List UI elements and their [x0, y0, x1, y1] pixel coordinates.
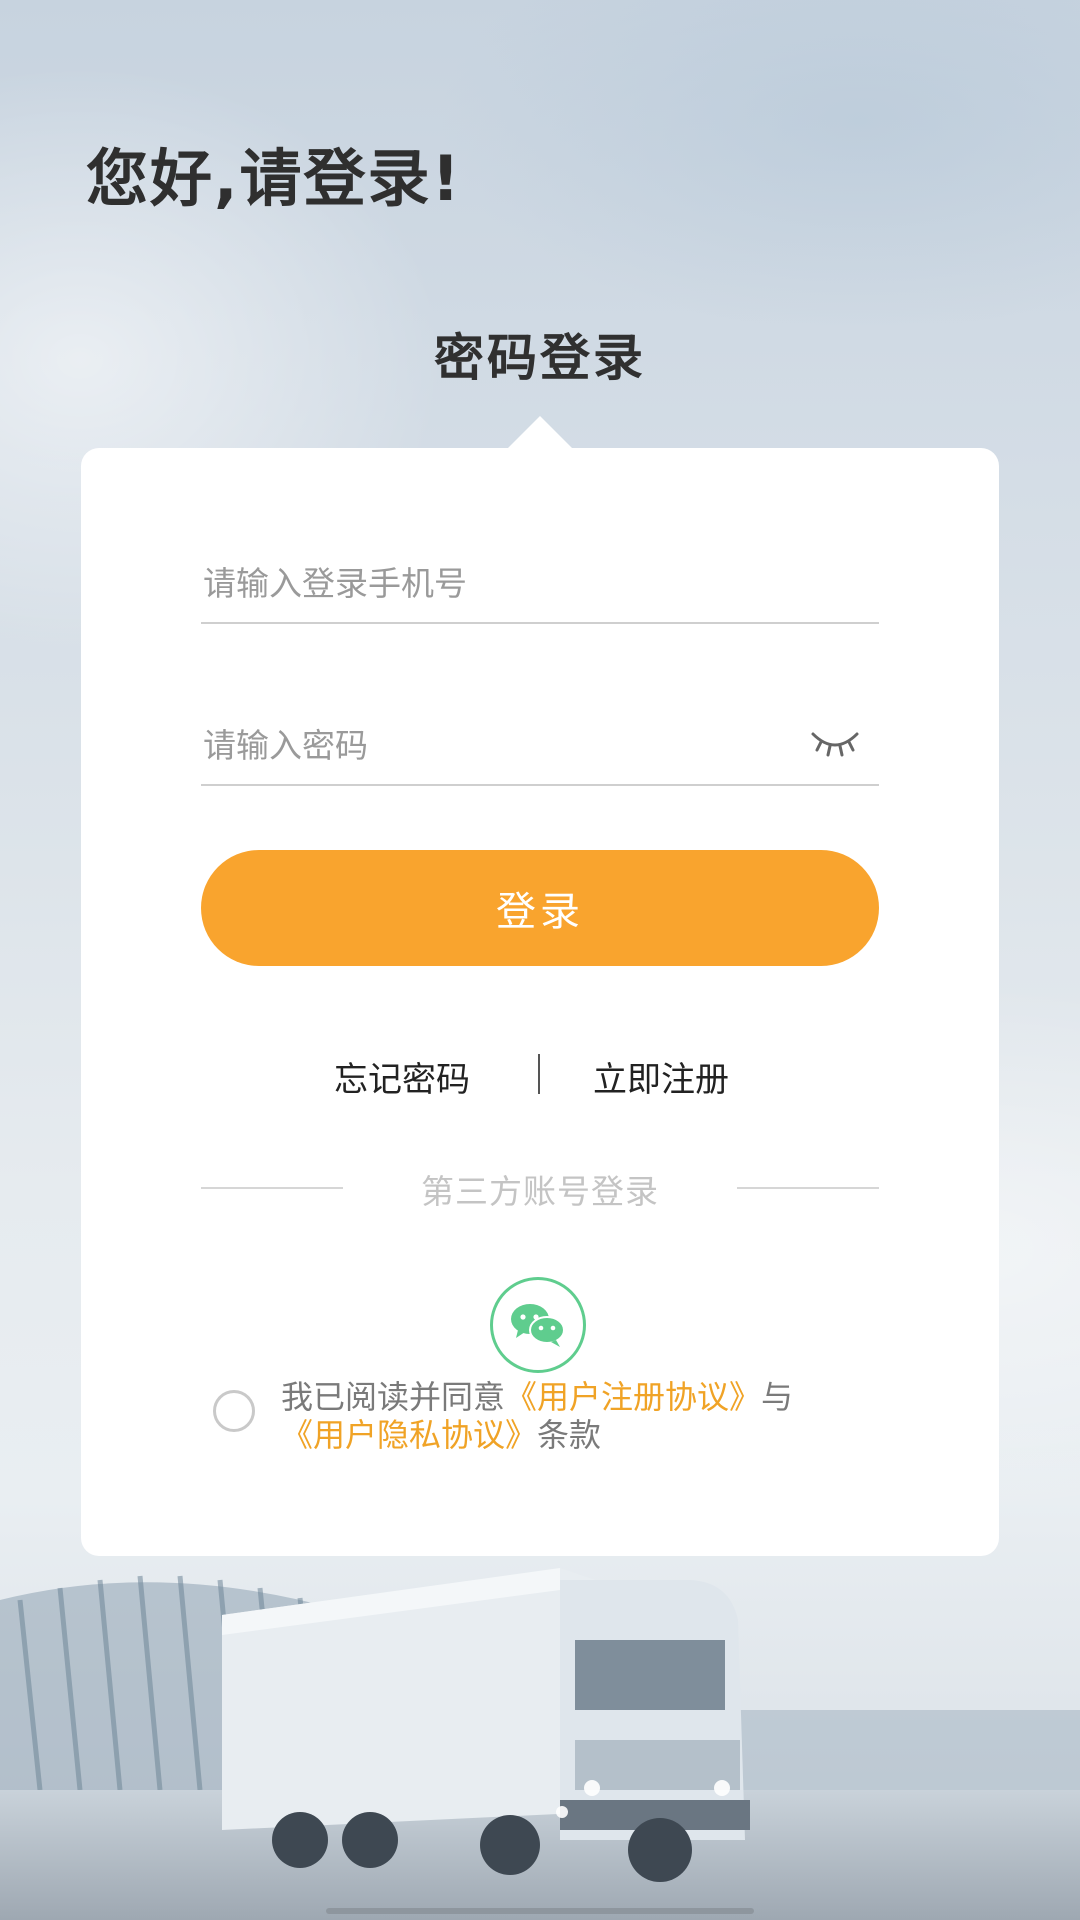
agreement-suffix: 条款 — [537, 1416, 602, 1454]
links-separator — [538, 1054, 540, 1094]
tab-password-login[interactable]: 密码登录 — [0, 318, 1080, 390]
third-party-divider: 第三方账号登录 — [201, 1163, 879, 1213]
page-indicator-dot — [556, 1806, 568, 1818]
home-indicator-bar[interactable] — [326, 1908, 754, 1914]
phone-input[interactable] — [201, 544, 785, 622]
tab-indicator-pointer — [508, 416, 572, 448]
register-now-link[interactable]: 立即注册 — [593, 1052, 729, 1101]
agreement-text: 我已阅读并同意《用户注册协议》与《用户隐私协议》条款 — [281, 1378, 921, 1454]
agreement-radio[interactable] — [213, 1390, 255, 1432]
phone-field-container — [201, 544, 879, 624]
password-field-container — [201, 706, 879, 786]
wechat-login-button[interactable] — [490, 1277, 586, 1373]
login-button[interactable]: 登录 — [201, 850, 879, 966]
agreement-prefix: 我已阅读并同意 — [281, 1378, 506, 1416]
wechat-icon — [511, 1304, 565, 1347]
forgot-password-link[interactable]: 忘记密码 — [334, 1052, 470, 1101]
divider-line-right — [737, 1187, 879, 1189]
third-party-login-label: 第三方账号登录 — [421, 1172, 659, 1211]
password-input[interactable] — [201, 706, 785, 784]
agreement-conjunction: 与 — [761, 1378, 794, 1416]
greeting-title: 您好,请登录! — [86, 142, 462, 215]
truck-background-image — [0, 1568, 1080, 1920]
eye-closed-icon[interactable] — [809, 726, 861, 762]
login-card: 登录 忘记密码 立即注册 第三方账号登录 我已阅读并同意《用户注册协议》与《用户… — [81, 448, 999, 1556]
privacy-agreement-link[interactable]: 《用户隐私协议》 — [281, 1416, 537, 1454]
user-agreement-link[interactable]: 《用户注册协议》 — [505, 1378, 761, 1416]
account-links: 忘记密码 立即注册 — [81, 1052, 999, 1112]
